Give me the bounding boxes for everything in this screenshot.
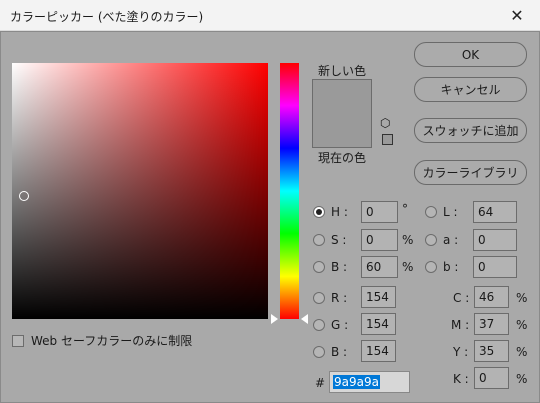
new-color-swatch: [312, 79, 372, 114]
yellow-label: Y :: [453, 345, 469, 359]
blue-input[interactable]: 154: [361, 340, 396, 362]
color-field[interactable]: [12, 63, 268, 319]
lab-b-input[interactable]: 0: [473, 256, 517, 278]
black-label: K :: [453, 372, 469, 386]
window-title: カラーピッカー (べた塗りのカラー): [10, 10, 204, 24]
saturation-unit: %: [402, 233, 414, 247]
red-input[interactable]: 154: [361, 286, 396, 308]
lab-a-input[interactable]: 0: [473, 229, 517, 251]
magenta-unit: %: [516, 318, 528, 332]
hue-input[interactable]: 0: [361, 201, 398, 223]
cube-icon[interactable]: ⬡: [380, 117, 390, 129]
blue-radio[interactable]: [313, 346, 325, 358]
cyan-label: C :: [453, 291, 470, 305]
ok-button[interactable]: OK: [414, 42, 527, 67]
current-color-label: 現在の色: [318, 151, 367, 165]
yellow-input[interactable]: 35: [474, 340, 509, 362]
brightness-radio[interactable]: [313, 261, 325, 273]
hex-input[interactable]: 9a9a9a: [329, 371, 410, 393]
green-radio[interactable]: [313, 319, 325, 331]
blue-label: B :: [331, 345, 348, 359]
yellow-unit: %: [516, 345, 528, 359]
color-libraries-button[interactable]: カラーライブラリ: [414, 160, 527, 185]
hue-radio[interactable]: [313, 206, 325, 218]
black-input[interactable]: 0: [474, 367, 509, 389]
red-radio[interactable]: [313, 292, 325, 304]
web-safe-checkbox[interactable]: Web セーフカラーのみに制限: [12, 332, 192, 349]
cyan-input[interactable]: 46: [474, 286, 509, 308]
lab-a-label: a :: [443, 233, 459, 247]
title-bar: カラーピッカー (べた塗りのカラー) ✕: [0, 0, 540, 31]
saturation-radio[interactable]: [313, 234, 325, 246]
add-to-swatches-button[interactable]: スウォッチに追加: [414, 118, 527, 143]
color-picker-dialog: Web セーフカラーのみに制限 新しい色 現在の色 ⬡ OK キャンセル スウォ…: [0, 31, 540, 403]
hex-label: #: [315, 376, 326, 390]
cancel-button[interactable]: キャンセル: [414, 77, 527, 102]
hex-value: 9a9a9a: [333, 375, 380, 389]
hue-label: H :: [331, 205, 348, 219]
brightness-input[interactable]: 60: [361, 256, 398, 278]
black-unit: %: [516, 372, 528, 386]
cyan-unit: %: [516, 291, 528, 305]
magenta-label: M :: [451, 318, 470, 332]
checkbox-box[interactable]: [12, 334, 24, 347]
new-color-label: 新しい色: [318, 64, 367, 78]
hue-slider-left-arrow-icon[interactable]: [271, 314, 278, 324]
close-icon[interactable]: ✕: [494, 0, 540, 31]
green-label: G :: [331, 318, 349, 332]
green-input[interactable]: 154: [361, 313, 396, 335]
lab-b-label: b :: [443, 260, 459, 274]
hue-slider-right-arrow-icon[interactable]: [301, 314, 308, 324]
brightness-unit: %: [402, 260, 414, 274]
lab-a-radio[interactable]: [425, 234, 437, 246]
lab-b-radio[interactable]: [425, 261, 437, 273]
web-safe-swatch-icon[interactable]: [382, 134, 393, 145]
current-color-swatch[interactable]: [312, 114, 372, 148]
brightness-label: B :: [331, 260, 348, 274]
red-label: R :: [331, 291, 348, 305]
hue-unit: °: [402, 202, 408, 216]
web-safe-label: Web セーフカラーのみに制限: [31, 334, 193, 348]
lab-l-input[interactable]: 64: [473, 201, 517, 223]
hue-slider[interactable]: [280, 63, 299, 319]
saturation-input[interactable]: 0: [361, 229, 398, 251]
color-field-cursor[interactable]: [19, 191, 29, 201]
lab-l-label: L :: [443, 205, 458, 219]
magenta-input[interactable]: 37: [474, 313, 509, 335]
lab-l-radio[interactable]: [425, 206, 437, 218]
saturation-label: S :: [331, 233, 347, 247]
